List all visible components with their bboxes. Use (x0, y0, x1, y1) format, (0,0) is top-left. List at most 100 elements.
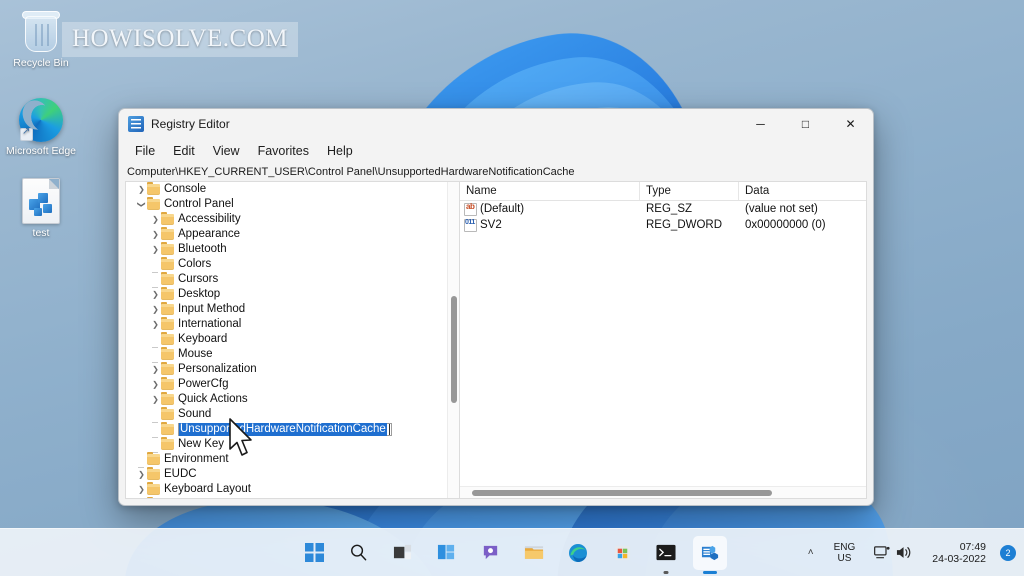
address-bar[interactable]: Computer\HKEY_CURRENT_USER\Control Panel… (119, 163, 873, 181)
tree-item[interactable]: Cursors (126, 271, 447, 288)
folder-icon (161, 376, 174, 390)
chevron-right-icon[interactable]: ❯ (150, 230, 161, 239)
desktop-icon-edge[interactable]: Microsoft Edge (2, 98, 80, 157)
menu-item-file[interactable]: File (127, 142, 163, 160)
menu-item-edit[interactable]: Edit (165, 142, 203, 160)
language-line-2: US (837, 552, 852, 564)
tree-item-label: Mouse (178, 348, 213, 360)
tree-item[interactable]: ❯ EUDC (126, 466, 447, 482)
registry-tree-pane[interactable]: ❯ Console ❯ Control Panel ❯ Accessibility ❯ App… (126, 182, 459, 498)
widgets-button[interactable] (429, 536, 463, 570)
minimize-button[interactable]: ─ (738, 109, 783, 139)
folder-icon (161, 406, 174, 420)
value-row[interactable]: SV2 REG_DWORD 0x00000000 (0) (460, 217, 866, 233)
tree-item[interactable]: ❯ Bluetooth (126, 241, 447, 257)
tree-item[interactable]: ❯ Control Panel (126, 196, 447, 212)
maximize-button[interactable]: □ (783, 109, 828, 139)
tree-item[interactable]: ❯ Console (126, 182, 447, 197)
tree-item[interactable]: ❯ Personalization (126, 361, 447, 377)
tree-item-label: Appearance (178, 228, 241, 240)
chevron-right-icon[interactable]: ❯ (136, 485, 147, 494)
tree-scrollbar-thumb[interactable] (451, 295, 457, 404)
registry-editor-button[interactable] (693, 535, 727, 570)
column-header-data[interactable]: Data (739, 182, 866, 200)
edge-icon (19, 98, 63, 142)
start-button[interactable] (297, 536, 331, 570)
rename-edit-box[interactable]: UnsupportedHardwareNotificationCache (178, 423, 392, 436)
chevron-right-icon[interactable]: ❯ (136, 470, 147, 479)
tree-item[interactable]: UnsupportedHardwareNotificationCache (126, 421, 447, 438)
tree-item[interactable]: Environment (126, 451, 447, 468)
task-view-button[interactable] (385, 536, 419, 570)
store-button[interactable] (605, 536, 639, 570)
tree-item-label: EUDC (164, 468, 197, 480)
tree-item[interactable]: ❯ Desktop (126, 286, 447, 302)
tree-item[interactable]: Colors (126, 256, 447, 273)
tree-item-label: PowerCfg (178, 378, 229, 390)
tree-item[interactable]: New Key (126, 436, 447, 453)
file-explorer-button[interactable] (517, 536, 551, 570)
maximize-icon: □ (801, 117, 810, 131)
menu-item-view[interactable]: View (205, 142, 248, 160)
volume-icon (897, 547, 911, 558)
desktop-icon-test[interactable]: test (2, 178, 80, 239)
search-button[interactable] (341, 536, 375, 570)
tree-item-label: Personalization (178, 363, 257, 375)
folder-icon (161, 211, 174, 225)
tree-item[interactable]: Network (126, 496, 447, 498)
tree-item[interactable]: ❯ Appearance (126, 226, 447, 242)
chevron-down-icon[interactable]: ❯ (137, 199, 146, 210)
chevron-right-icon[interactable]: ❯ (150, 365, 161, 374)
close-button[interactable]: ✕ (828, 109, 873, 139)
chevron-right-icon[interactable]: ❯ (150, 290, 161, 299)
edge-icon (569, 543, 587, 562)
tree-item[interactable]: Mouse (126, 346, 447, 363)
tree-item-label: Colors (178, 258, 212, 270)
tree-item[interactable]: ❯ Input Method (126, 301, 447, 317)
terminal-icon (656, 544, 676, 561)
close-icon: ✕ (845, 117, 856, 131)
clock[interactable]: 07:49 24-03-2022 (927, 537, 991, 569)
folder-icon (161, 361, 174, 375)
chevron-right-icon[interactable]: ❯ (150, 305, 161, 314)
chevron-right-icon[interactable]: ❯ (150, 215, 161, 224)
value-name: (Default) (480, 203, 525, 215)
chevron-right-icon[interactable]: ❯ (150, 320, 161, 329)
menu-item-favorites[interactable]: Favorites (250, 142, 317, 160)
tree-vertical-scrollbar[interactable] (447, 182, 459, 498)
values-scrollbar-thumb[interactable] (472, 490, 773, 496)
notification-badge[interactable]: 2 (1000, 544, 1016, 561)
terminal-button[interactable] (649, 536, 683, 570)
folder-icon (161, 391, 174, 405)
value-row[interactable]: (Default) REG_SZ (value not set) (460, 201, 866, 217)
tree-item[interactable]: Sound (126, 406, 447, 423)
chevron-right-icon[interactable]: ❯ (150, 245, 161, 254)
tree-item[interactable]: ❯ PowerCfg (126, 376, 447, 392)
values-pane[interactable]: Name Type Data (Default) REG_SZ (value not… (460, 182, 866, 498)
values-horizontal-scrollbar[interactable] (460, 486, 866, 498)
tree-item[interactable]: Keyboard (126, 331, 447, 348)
chevron-right-icon[interactable]: ❯ (150, 380, 161, 389)
edge-button[interactable] (561, 536, 595, 570)
window-title-bar[interactable]: Registry Editor ─ □ ✕ (119, 109, 873, 139)
values-column-headers: Name Type Data (460, 182, 866, 201)
chat-button[interactable] (473, 536, 507, 570)
tree-item[interactable]: ❯ Quick Actions (126, 391, 447, 407)
clock-date: 24-03-2022 (932, 552, 986, 565)
menu-item-help[interactable]: Help (319, 142, 361, 160)
tree-item-label: Console (164, 183, 207, 195)
tree-item-label: New Key (178, 438, 225, 450)
show-hidden-icons-button[interactable]: ˄ (802, 543, 820, 562)
mouse-cursor (229, 418, 252, 456)
tree-item[interactable]: ❯ Accessibility (126, 211, 447, 227)
network-volume-button[interactable] (869, 541, 918, 564)
column-header-type[interactable]: Type (640, 182, 739, 200)
language-indicator[interactable]: ENG US (829, 538, 861, 568)
chevron-right-icon[interactable]: ❯ (136, 185, 147, 194)
network-icon (874, 546, 890, 559)
tree-item[interactable]: ❯ Keyboard Layout (126, 481, 447, 497)
column-header-name[interactable]: Name (460, 182, 640, 200)
chevron-right-icon[interactable]: ❯ (150, 395, 161, 404)
registry-tree: ❯ Console ❯ Control Panel ❯ Accessibility ❯ App… (126, 182, 447, 498)
tree-item[interactable]: ❯ International (126, 316, 447, 332)
